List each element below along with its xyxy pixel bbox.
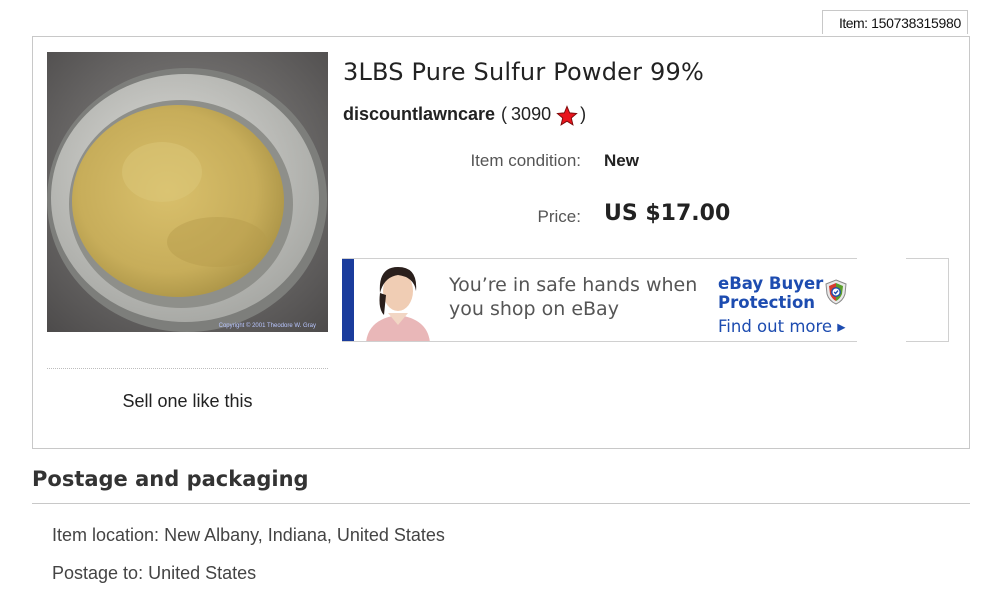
price-value: US $17.00 xyxy=(604,201,731,226)
feedback-star-icon xyxy=(556,105,578,127)
item-number-value: 150738315980 xyxy=(871,15,961,31)
divider xyxy=(47,368,328,369)
item-number: Item: 150738315980 xyxy=(822,10,968,34)
buyer-protection-banner[interactable]: You’re in safe hands when you shop on eB… xyxy=(342,258,857,342)
item-image[interactable]: Copyright © 2001 Theodore W. Gray xyxy=(47,52,328,332)
find-out-more-link[interactable]: Find out more ▸ xyxy=(718,317,846,336)
postage-to-value: United States xyxy=(148,563,257,583)
item-location: Item location: New Albany, Indiana, Unit… xyxy=(52,525,445,546)
banner-message: You’re in safe hands when you shop on eB… xyxy=(449,274,698,320)
postage-divider xyxy=(32,503,970,504)
buyer-protection-title: eBay Buyer Protection xyxy=(718,274,824,312)
banner-accent-bar xyxy=(342,259,354,341)
woman-portrait-icon xyxy=(358,261,438,341)
open-paren: ( xyxy=(501,103,508,124)
seller-info: discountlawncare ( 3090 ) xyxy=(343,103,587,127)
shield-icon xyxy=(825,279,847,305)
photo-credit: Copyright © 2001 Theodore W. Gray xyxy=(218,323,316,329)
condition-value: New xyxy=(604,151,639,170)
item-title: 3LBS Pure Sulfur Powder 99% xyxy=(343,58,704,86)
postage-heading: Postage and packaging xyxy=(32,467,309,491)
feedback-score[interactable]: 3090 xyxy=(511,104,551,125)
price-label: Price: xyxy=(537,207,581,226)
condition-label: Item condition: xyxy=(470,151,581,170)
sell-one-like-this-link[interactable]: Sell one like this xyxy=(47,391,328,412)
close-paren: ) xyxy=(580,103,587,124)
item-number-label: Item: xyxy=(838,15,868,31)
banner-frame-edge xyxy=(906,258,949,342)
postage-to: Postage to: United States xyxy=(52,563,256,584)
item-location-value: New Albany, Indiana, United States xyxy=(164,525,445,545)
item-location-label: Item location: xyxy=(52,525,160,545)
postage-to-label: Postage to: xyxy=(52,563,144,583)
sulfur-bowl-image xyxy=(47,52,328,332)
seller-name-link[interactable]: discountlawncare xyxy=(343,104,495,125)
